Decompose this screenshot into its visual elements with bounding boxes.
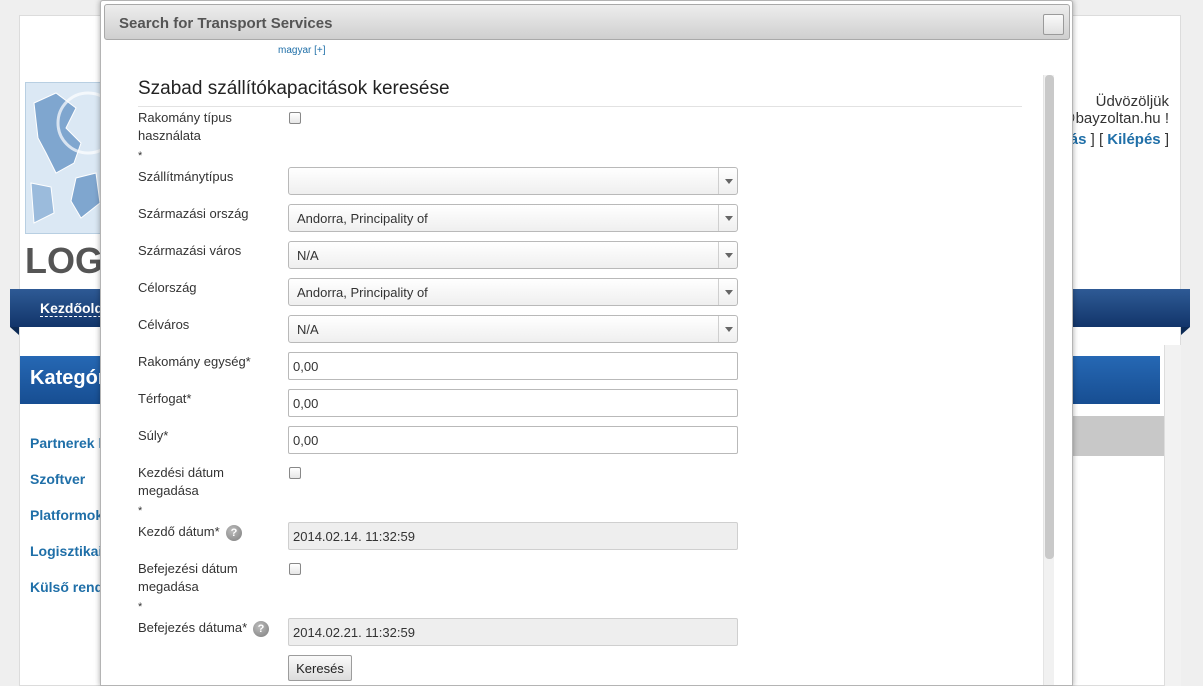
sidebar-grey-box	[1073, 416, 1165, 456]
start-date-input	[288, 522, 738, 550]
destination-city-select[interactable]: N/A	[288, 315, 738, 343]
logout-link[interactable]: Kilépés	[1107, 131, 1160, 148]
destination-country-label: Célország	[138, 280, 197, 295]
chevron-down-icon	[718, 168, 737, 194]
dialog-scrollbar[interactable]	[1043, 75, 1054, 685]
origin-city-select[interactable]: N/A	[288, 241, 738, 269]
chevron-down-icon	[718, 279, 737, 305]
start-date-label: Kezdő dátum*	[138, 524, 220, 539]
origin-city-label: Származási város	[138, 243, 242, 258]
origin-country-label: Származási ország	[138, 206, 249, 221]
weight-input[interactable]	[288, 426, 738, 454]
weight-label: Súly*	[138, 428, 169, 443]
nav-ribbon-right	[1181, 327, 1190, 335]
help-icon[interactable]: ?	[253, 621, 269, 637]
destination-country-select[interactable]: Andorra, Principality of	[288, 278, 738, 306]
form-title: Szabad szállítókapacitások keresése	[138, 78, 450, 99]
end-date-enable-checkbox[interactable]	[289, 563, 301, 575]
chevron-down-icon	[718, 242, 737, 268]
chevron-down-icon	[718, 205, 737, 231]
nav-ribbon-left	[10, 327, 19, 335]
start-date-enable-checkbox[interactable]	[289, 467, 301, 479]
destination-city-label: Célváros	[138, 317, 190, 332]
cargo-type-usage-label: Rakomány típus használata	[138, 110, 232, 143]
language-link[interactable]: magyar [+]	[278, 45, 326, 56]
logo-map-image	[25, 82, 103, 234]
end-date-label: Befejezés dátuma*	[138, 620, 248, 635]
dialog-title: Search for Transport Services	[119, 15, 333, 32]
scrollbar-thumb[interactable]	[1045, 75, 1054, 559]
shipment-type-label: Szállítmánytípus	[138, 169, 234, 184]
page-right-column	[1164, 345, 1181, 686]
start-date-enable-label: Kezdési dátum megadása	[138, 465, 224, 498]
help-icon[interactable]: ?	[226, 525, 242, 541]
volume-input[interactable]	[288, 389, 738, 417]
cargo-unit-label: Rakomány egység*	[138, 354, 251, 369]
required-mark: *	[138, 150, 143, 162]
search-dialog: Search for Transport Services magyar [+]…	[100, 0, 1073, 686]
dialog-titlebar[interactable]: Search for Transport Services	[104, 4, 1070, 40]
dialog-close-button[interactable]	[1043, 14, 1064, 35]
chevron-down-icon	[718, 316, 737, 342]
required-mark: *	[138, 601, 143, 613]
cargo-type-usage-checkbox[interactable]	[289, 112, 301, 124]
end-date-enable-label: Befejezési dátum megadása	[138, 561, 238, 594]
search-button[interactable]: Keresés	[288, 655, 352, 681]
shipment-type-select[interactable]	[288, 167, 738, 195]
volume-label: Térfogat*	[138, 391, 192, 406]
origin-country-select[interactable]: Andorra, Principality of	[288, 204, 738, 232]
end-date-input	[288, 618, 738, 646]
cargo-unit-input[interactable]	[288, 352, 738, 380]
required-mark: *	[138, 505, 143, 517]
title-divider	[138, 106, 1022, 107]
